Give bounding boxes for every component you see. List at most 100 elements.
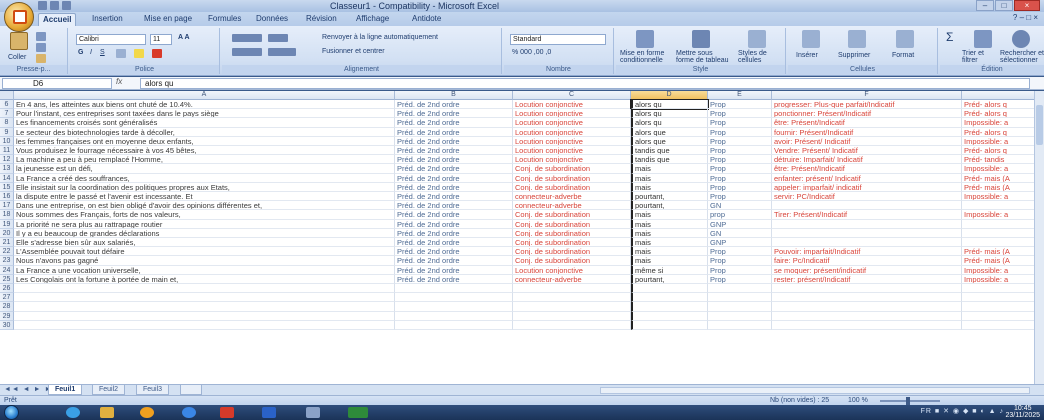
row-number[interactable]: 29: [0, 311, 14, 321]
cell-a[interactable]: Nous n'avons pas gagné: [14, 256, 395, 266]
cell-b[interactable]: Préd. de 2nd ordre: [395, 228, 513, 238]
cell-b[interactable]: Préd. de 2nd ordre: [395, 274, 513, 284]
cell-a[interactable]: L'Assemblée pouvait tout défaire: [14, 247, 395, 257]
row-number[interactable]: 23: [0, 256, 14, 266]
cell-g[interactable]: Préd- alors q: [962, 109, 1044, 119]
indent-icon[interactable]: [268, 48, 296, 56]
column-header-g[interactable]: [962, 91, 1044, 100]
cell-g[interactable]: [962, 311, 1044, 321]
cell-c[interactable]: Locution conjonctive: [513, 155, 631, 165]
row-number[interactable]: 26: [0, 284, 14, 294]
font-grow-icon[interactable]: A A: [178, 34, 190, 41]
find-icon[interactable]: [1012, 30, 1030, 48]
row-number[interactable]: 18: [0, 210, 14, 220]
cell-c[interactable]: Locution conjonctive: [513, 109, 631, 119]
cell-b[interactable]: Préd. de 2nd ordre: [395, 127, 513, 137]
cell-e[interactable]: [708, 302, 772, 312]
cell-e[interactable]: [708, 284, 772, 294]
cell-g[interactable]: [962, 293, 1044, 303]
font-name-field[interactable]: Calibri: [76, 34, 146, 45]
cell-e[interactable]: Prop: [708, 164, 772, 174]
cell-c[interactable]: [513, 320, 631, 330]
cell-e[interactable]: Prop: [708, 182, 772, 192]
cell-f[interactable]: [772, 320, 962, 330]
cell-a[interactable]: Dans une entreprise, on est bien obligé …: [14, 201, 395, 211]
cell-g[interactable]: Préd- alors q: [962, 146, 1044, 156]
cell-b[interactable]: Préd. de 2nd ordre: [395, 173, 513, 183]
cell-f[interactable]: [772, 219, 962, 229]
cell-c[interactable]: Locution conjonctive: [513, 127, 631, 137]
autosum-icon[interactable]: Σ: [946, 30, 953, 44]
formula-input[interactable]: alors qu: [140, 78, 1030, 89]
horizontal-scrollbar[interactable]: [600, 387, 1030, 394]
cell-f[interactable]: détruire: Imparfait/ Indicatif: [772, 155, 962, 165]
cell-g[interactable]: Impossible: a: [962, 164, 1044, 174]
cell-a[interactable]: la dispute entre le passé et l'avenir es…: [14, 192, 395, 202]
row-number[interactable]: 19: [0, 219, 14, 229]
system-tray[interactable]: FR ■ ✕ ◉ ◆ ■ ◐ ▲ ♪: [921, 407, 1004, 415]
excel-icon[interactable]: [348, 407, 368, 418]
cell-g[interactable]: Impossible: a: [962, 210, 1044, 220]
format-table-button[interactable]: Mettre sous forme de tableau: [676, 50, 732, 64]
cell-b[interactable]: [395, 293, 513, 303]
cell-f[interactable]: [772, 201, 962, 211]
row-number[interactable]: 14: [0, 173, 14, 183]
cell-f[interactable]: [772, 311, 962, 321]
minimize-button[interactable]: –: [976, 0, 994, 11]
cell-d[interactable]: pourtant,: [631, 274, 708, 284]
column-header-b[interactable]: B: [395, 91, 513, 100]
cell-g[interactable]: Impossible: a: [962, 265, 1044, 275]
cell-d[interactable]: mais: [631, 173, 708, 183]
cell-g[interactable]: Impossible: a: [962, 192, 1044, 202]
row-number[interactable]: 24: [0, 265, 14, 275]
app-icon[interactable]: [306, 407, 320, 418]
cell-d[interactable]: alors qu: [630, 98, 709, 111]
cell-g[interactable]: Préd- mais (A: [962, 256, 1044, 266]
cell-f[interactable]: fournir: Présent/Indicatif: [772, 127, 962, 137]
row-number[interactable]: 21: [0, 238, 14, 248]
cell-e[interactable]: Prop: [708, 265, 772, 275]
cell-g[interactable]: [962, 302, 1044, 312]
cell-e[interactable]: [708, 311, 772, 321]
cell-d[interactable]: [631, 293, 708, 303]
zoom-slider-thumb[interactable]: [906, 397, 910, 405]
cell-c[interactable]: [513, 284, 631, 294]
cell-f[interactable]: avoir: Présent/ Indicatif: [772, 136, 962, 146]
name-box[interactable]: D6: [2, 78, 112, 89]
cell-f[interactable]: appeler: imparfait/ indicatif: [772, 182, 962, 192]
cell-d[interactable]: tandis que: [631, 146, 708, 156]
office-button[interactable]: [4, 2, 34, 32]
cell-f[interactable]: enfanter: présent/ Indicatif: [772, 173, 962, 183]
cell-e[interactable]: Prop: [708, 100, 772, 110]
cell-e[interactable]: prop: [708, 210, 772, 220]
row-number[interactable]: 22: [0, 247, 14, 257]
underline-icon[interactable]: S: [100, 49, 105, 56]
row-number[interactable]: 20: [0, 228, 14, 238]
tab-insertion[interactable]: Insertion: [88, 13, 127, 26]
cell-f[interactable]: faire: Pc/Indicatif: [772, 256, 962, 266]
cell-f[interactable]: [772, 293, 962, 303]
cell-d[interactable]: pourtant,: [631, 201, 708, 211]
cell-b[interactable]: Préd. de 2nd ordre: [395, 100, 513, 110]
format-table-icon[interactable]: [692, 30, 710, 48]
cell-d[interactable]: mais: [631, 164, 708, 174]
column-header-a[interactable]: A: [14, 91, 395, 100]
cell-g[interactable]: Préd- mais (A: [962, 247, 1044, 257]
cell-d[interactable]: mais: [631, 247, 708, 257]
cell-g[interactable]: [962, 201, 1044, 211]
cell-g[interactable]: Impossible: a: [962, 274, 1044, 284]
bold-icon[interactable]: G: [78, 49, 83, 56]
cell-c[interactable]: [513, 311, 631, 321]
cell-a[interactable]: [14, 293, 395, 303]
cell-d[interactable]: mais: [631, 219, 708, 229]
cell-c[interactable]: connecteur-adverbe: [513, 274, 631, 284]
tab-antidote[interactable]: Antidote: [408, 13, 445, 26]
cell-e[interactable]: Prop: [708, 127, 772, 137]
align-left-icon[interactable]: [232, 48, 262, 56]
row-number[interactable]: 17: [0, 201, 14, 211]
row-number[interactable]: 9: [0, 127, 14, 137]
cell-a[interactable]: Vous produisez le fourrage nécessaire à …: [14, 146, 395, 156]
cell-d[interactable]: tandis que: [631, 155, 708, 165]
cell-d[interactable]: pourtant,: [631, 192, 708, 202]
cell-f[interactable]: Pouvoir: imparfait/Indicatif: [772, 247, 962, 257]
